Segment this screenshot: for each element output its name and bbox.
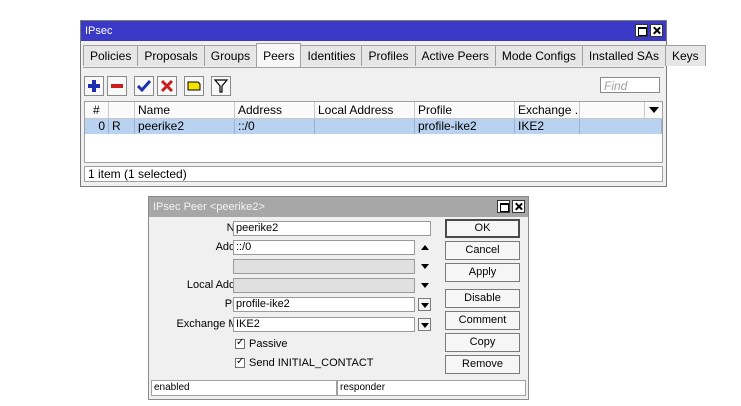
passive-label: Passive bbox=[249, 338, 288, 350]
col-number[interactable]: # bbox=[85, 102, 109, 118]
tab-installed-sas[interactable]: Installed SAs bbox=[581, 45, 666, 66]
ipsec-window: IPsec Policies Proposals Groups Peers Id… bbox=[80, 20, 706, 187]
toolbar bbox=[84, 76, 231, 96]
tab-profiles[interactable]: Profiles bbox=[361, 45, 416, 66]
window-title: IPsec bbox=[85, 25, 113, 37]
name-field[interactable]: peerike2 bbox=[233, 221, 431, 236]
row-name: peerike2 bbox=[135, 119, 235, 134]
apply-button[interactable]: Apply bbox=[445, 263, 520, 282]
restore-icon[interactable] bbox=[497, 200, 510, 213]
expand-arrow-icon[interactable] bbox=[421, 283, 429, 288]
note-icon bbox=[187, 81, 201, 91]
row-profile: profile-ike2 bbox=[415, 119, 515, 134]
tab-bar: Policies Proposals Groups Peers Identiti… bbox=[83, 43, 706, 67]
row-extra bbox=[580, 119, 662, 134]
plus-icon bbox=[88, 80, 100, 92]
add-button[interactable] bbox=[84, 76, 104, 96]
copy-button[interactable]: Copy bbox=[445, 333, 520, 352]
close-icon[interactable] bbox=[650, 24, 663, 37]
send-initial-contact-label: Send INITIAL_CONTACT bbox=[249, 357, 374, 369]
status-bar: 1 item (1 selected) bbox=[84, 166, 663, 182]
profile-dropdown-button[interactable] bbox=[418, 298, 431, 311]
send-initial-contact-checkbox[interactable] bbox=[235, 356, 245, 368]
ipsec-title-bar[interactable]: IPsec bbox=[81, 21, 666, 41]
table-row[interactable]: 0 R peerike2 ::/0 profile-ike2 IKE2 bbox=[85, 119, 662, 134]
tab-groups[interactable]: Groups bbox=[203, 45, 258, 66]
row-exchange: IKE2 bbox=[515, 119, 580, 134]
filter-button[interactable] bbox=[211, 76, 231, 96]
table-header: # Name Address Local Address Profile Exc… bbox=[85, 102, 662, 119]
ipsec-peer-dialog: IPsec Peer <peerike2> Name: peerike2 Add… bbox=[148, 196, 529, 400]
dialog-title: IPsec Peer <peerike2> bbox=[153, 201, 265, 213]
row-local-address bbox=[315, 119, 415, 134]
col-extra[interactable] bbox=[580, 102, 645, 118]
find-input[interactable]: Find bbox=[600, 77, 660, 93]
row-number: 0 bbox=[85, 119, 109, 134]
dialog-title-bar[interactable]: IPsec Peer <peerike2> bbox=[149, 197, 528, 217]
tab-divider bbox=[83, 67, 664, 68]
comment-button[interactable] bbox=[184, 76, 204, 96]
column-menu-arrow-icon[interactable] bbox=[649, 107, 659, 113]
col-local-address[interactable]: Local Address bbox=[315, 102, 415, 118]
exchange-mode-dropdown-button[interactable] bbox=[418, 318, 431, 331]
comment-button[interactable]: Comment bbox=[445, 311, 520, 330]
ok-button[interactable]: OK bbox=[445, 219, 520, 238]
address-field[interactable]: ::/0 bbox=[233, 240, 415, 255]
expand-arrow-icon[interactable] bbox=[421, 264, 429, 269]
col-address[interactable]: Address bbox=[235, 102, 315, 118]
passive-checkbox[interactable] bbox=[235, 337, 245, 349]
tab-active-peers[interactable]: Active Peers bbox=[414, 45, 496, 66]
tab-mode-configs[interactable]: Mode Configs bbox=[494, 45, 583, 66]
col-profile[interactable]: Profile bbox=[415, 102, 515, 118]
col-flag[interactable] bbox=[109, 102, 135, 118]
status-enabled: enabled bbox=[151, 380, 337, 396]
row-address: ::/0 bbox=[235, 119, 315, 134]
exchange-mode-select[interactable]: IKE2 bbox=[233, 317, 415, 332]
filter-icon bbox=[213, 79, 229, 93]
col-name[interactable]: Name bbox=[135, 102, 235, 118]
minus-icon bbox=[111, 84, 123, 88]
disable-button[interactable]: Disable bbox=[445, 289, 520, 308]
restore-icon[interactable] bbox=[635, 24, 648, 37]
cancel-button[interactable]: Cancel bbox=[445, 241, 520, 260]
profile-select[interactable]: profile-ike2 bbox=[233, 297, 415, 312]
x-icon bbox=[160, 79, 174, 93]
status-responder: responder bbox=[337, 380, 526, 396]
port-field[interactable] bbox=[233, 259, 415, 274]
disable-button[interactable] bbox=[157, 76, 177, 96]
enable-button[interactable] bbox=[134, 76, 154, 96]
remove-button[interactable] bbox=[107, 76, 127, 96]
tab-proposals[interactable]: Proposals bbox=[137, 45, 205, 66]
tab-identities[interactable]: Identities bbox=[300, 45, 363, 66]
close-icon[interactable] bbox=[512, 200, 525, 213]
peers-table: # Name Address Local Address Profile Exc… bbox=[84, 101, 663, 163]
tab-policies[interactable]: Policies bbox=[83, 45, 139, 66]
col-exchange[interactable]: Exchange ... bbox=[515, 102, 580, 118]
local-address-field[interactable] bbox=[233, 278, 415, 293]
remove-button[interactable]: Remove bbox=[445, 355, 520, 374]
dropdown-arrow-icon bbox=[421, 303, 429, 308]
tab-peers[interactable]: Peers bbox=[256, 43, 302, 67]
row-flag: R bbox=[109, 119, 135, 134]
tab-keys[interactable]: Keys bbox=[664, 45, 706, 66]
dropdown-arrow-icon bbox=[421, 323, 429, 328]
collapse-arrow-icon[interactable] bbox=[421, 245, 429, 250]
check-icon bbox=[136, 80, 152, 93]
